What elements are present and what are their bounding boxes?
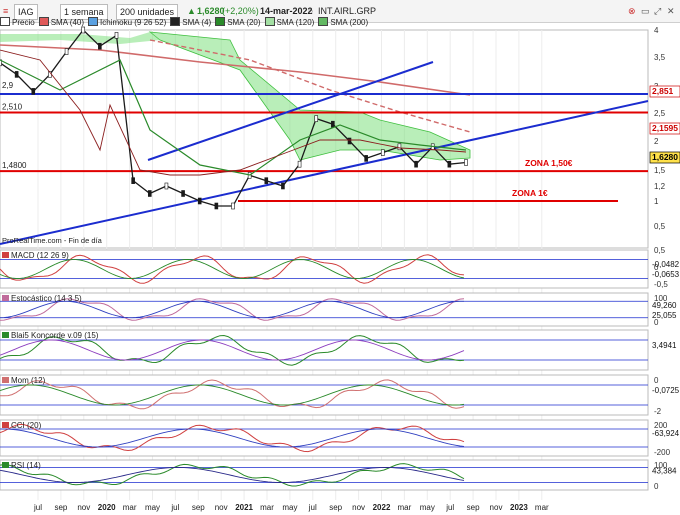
- price-candle: [164, 182, 169, 190]
- level-label: 1,4800: [2, 161, 27, 170]
- price-candle: [264, 177, 269, 184]
- x-axis-label: sep: [329, 503, 342, 512]
- indicator-title: MACD (12 26 9): [11, 251, 69, 260]
- price-candle: [297, 160, 302, 168]
- indicator-swatch: [2, 332, 9, 338]
- price-label: 2,851: [652, 86, 674, 96]
- indicator-axis-tick: 0: [654, 482, 659, 491]
- indicator-value: 43,384: [652, 467, 677, 476]
- x-axis-label: nov: [490, 503, 503, 512]
- indicator-value: 25,055: [652, 311, 677, 320]
- x-axis-label: may: [145, 503, 160, 512]
- x-axis-label: mar: [123, 503, 137, 512]
- price-axis-tick: 2,5: [654, 109, 666, 118]
- zona-annotation: ZONA 1,50€: [525, 158, 573, 168]
- price-candle: [397, 143, 402, 151]
- x-axis-label: sep: [467, 503, 480, 512]
- price-candle: [114, 32, 119, 39]
- x-axis-label: jul: [308, 503, 317, 512]
- price-axis-tick: 0,5: [654, 222, 666, 231]
- price-candle: [14, 71, 19, 78]
- indicator-title: Estocástico (14 3 5): [11, 294, 82, 303]
- price-candle: [231, 202, 235, 210]
- price-axis-tick: 1,5: [654, 166, 666, 175]
- indicator-panel-frame: [0, 249, 649, 289]
- indicator-swatch: [2, 462, 9, 468]
- price-candle: [364, 155, 368, 162]
- indicator-title: Blai5 Koncorde v.09 (15): [11, 331, 99, 340]
- source-label: ProRealTime.com - Fin de día: [2, 236, 103, 245]
- price-candle: [31, 88, 36, 95]
- x-axis-label: sep: [192, 503, 205, 512]
- indicator-title: Mom (12): [11, 376, 46, 385]
- price-candle: [181, 190, 185, 197]
- x-axis-label: 2020: [98, 503, 116, 512]
- indicator-title: RSI (14): [11, 461, 41, 470]
- indicator-panel-frame: [0, 374, 649, 416]
- x-axis-label: nov: [215, 503, 228, 512]
- x-axis-label: 2022: [373, 503, 391, 512]
- x-axis-label: mar: [260, 503, 274, 512]
- x-axis-label: nov: [77, 503, 90, 512]
- x-axis-label: nov: [352, 503, 365, 512]
- price-chart: 43,532,521,51,210,52,5101,48002,92,8512,…: [0, 26, 680, 512]
- indicator-value: -0,0653: [652, 270, 680, 279]
- level-label: 2,9: [2, 81, 14, 90]
- price-axis-tick: 4: [654, 26, 659, 35]
- indicator-value: 3,4941: [652, 341, 677, 350]
- x-axis-label: sep: [54, 503, 67, 512]
- price-candle: [98, 42, 102, 50]
- indicator-axis-tick: 0: [654, 376, 659, 385]
- price-candle: [347, 137, 352, 145]
- indicator-value: 49,260: [652, 301, 677, 310]
- zona-annotation: ZONA 1€: [512, 188, 548, 198]
- price-candle: [197, 197, 202, 205]
- price-label: 1,6280: [652, 152, 678, 162]
- indicator-swatch: [2, 377, 9, 383]
- indicator-swatch: [2, 252, 9, 258]
- indicator-value: -0,0482: [652, 260, 680, 269]
- x-axis-label: 2023: [510, 503, 528, 512]
- indicator-axis-tick: -200: [654, 448, 671, 457]
- indicator-title: CCI (20): [11, 421, 42, 430]
- x-axis-label: mar: [535, 503, 549, 512]
- price-candle: [447, 160, 452, 168]
- indicator-axis-tick: -2: [654, 407, 662, 416]
- indicator-swatch: [2, 295, 9, 301]
- x-axis-label: jul: [445, 503, 454, 512]
- price-candle: [131, 177, 135, 184]
- price-candle: [314, 115, 319, 122]
- x-axis-label: may: [282, 503, 297, 512]
- x-axis-label: may: [420, 503, 435, 512]
- price-candle: [147, 190, 152, 197]
- price-axis-tick: 3,5: [654, 53, 666, 62]
- x-axis-label: mar: [398, 503, 412, 512]
- price-candle: [414, 160, 418, 168]
- level-label: 2,510: [2, 102, 23, 111]
- indicator-panel-frame: [0, 419, 649, 457]
- indicator-panel-frame: [0, 459, 649, 491]
- indicator-axis-tick: 0,5: [654, 246, 666, 255]
- indicator-axis-tick: -0,5: [654, 280, 668, 289]
- indicator-value: -63,924: [652, 429, 680, 438]
- price-axis-tick: 1: [654, 197, 659, 206]
- price-axis-tick: 2: [654, 137, 659, 146]
- x-axis-label: jul: [33, 503, 42, 512]
- price-label: 2,1595: [652, 123, 678, 133]
- price-candle: [281, 182, 285, 190]
- indicator-value: -0,0725: [652, 386, 680, 395]
- price-candle: [464, 159, 468, 166]
- price-candle: [331, 120, 335, 128]
- price-candle: [214, 202, 219, 210]
- x-axis-label: jul: [170, 503, 179, 512]
- price-candle: [81, 26, 86, 34]
- indicator-swatch: [2, 422, 9, 428]
- x-axis-label: 2021: [235, 503, 253, 512]
- price-candle: [380, 149, 385, 156]
- price-axis-tick: 1,2: [654, 182, 666, 191]
- price-candle: [64, 48, 69, 55]
